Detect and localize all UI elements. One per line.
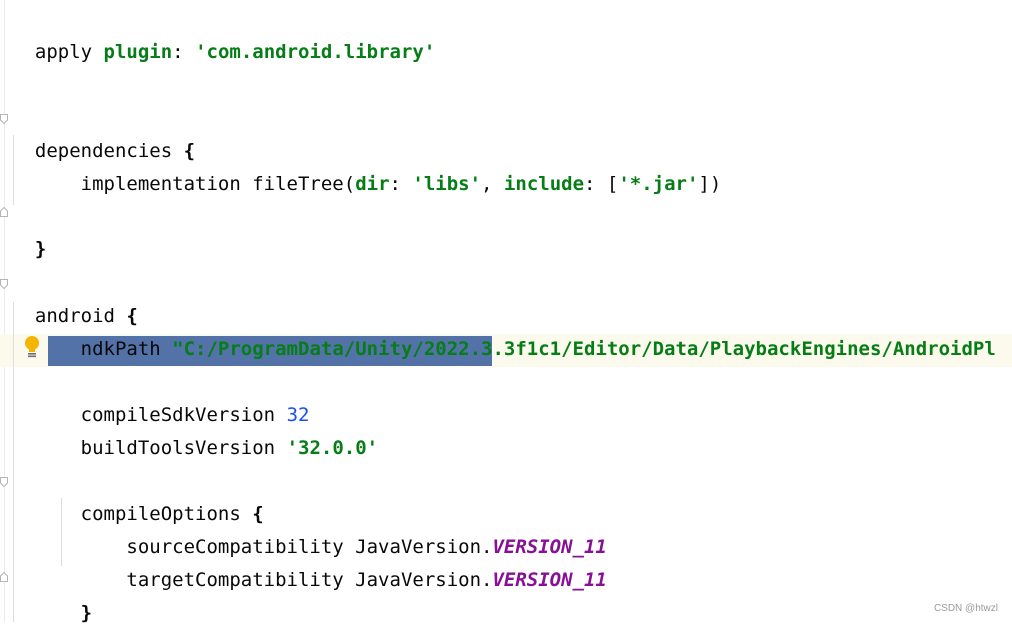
code-line[interactable]: buildToolsVersion '32.0.0' bbox=[12, 399, 378, 459]
code-token: targetCompatibility JavaVersion. bbox=[34, 569, 493, 591]
code-token: buildToolsVersion bbox=[34, 437, 287, 459]
code-token: : [ bbox=[584, 173, 619, 195]
code-token: include bbox=[503, 173, 585, 195]
fold-marker-icon[interactable] bbox=[0, 279, 8, 289]
code-token: 'com.android.library' bbox=[195, 41, 436, 63]
code-line[interactable]: ndkPath "C:/ProgramData/Unity/2022.3.3f1… bbox=[12, 300, 996, 360]
editor-gutter bbox=[4, 0, 5, 622]
code-line[interactable]: targetCompatibility JavaVersion.VERSION_… bbox=[12, 531, 606, 591]
code-line[interactable]: } bbox=[12, 200, 46, 260]
code-token: 'libs' bbox=[412, 173, 482, 195]
code-token: : bbox=[389, 173, 413, 195]
fold-marker-icon[interactable] bbox=[0, 572, 8, 582]
code-token: plugin bbox=[103, 41, 173, 63]
code-line[interactable]: implementation fileTree(dir: 'libs', inc… bbox=[12, 135, 722, 195]
code-token: : bbox=[172, 41, 196, 63]
code-token: ]) bbox=[698, 173, 722, 195]
code-token: '*.jar' bbox=[618, 173, 699, 195]
code-line[interactable]: dependencies { bbox=[12, 102, 195, 162]
fold-marker-icon[interactable] bbox=[0, 207, 8, 217]
code-line[interactable]: apply plugin: 'com.android.library' bbox=[12, 3, 435, 63]
code-token: implementation fileTree( bbox=[34, 173, 356, 195]
lightbulb-icon[interactable] bbox=[23, 335, 41, 359]
code-line[interactable]: android { bbox=[12, 267, 138, 327]
code-line[interactable]: sourceCompatibility JavaVersion.VERSION_… bbox=[12, 498, 606, 558]
code-token: } bbox=[80, 602, 93, 624]
code-token: , bbox=[481, 173, 504, 195]
code-token: } bbox=[34, 238, 47, 260]
code-line-selected[interactable]: namespace 'com.getcapacitor.android' bbox=[60, 333, 495, 393]
watermark: CSDN @htwzl bbox=[933, 603, 998, 614]
code-line[interactable]: } bbox=[12, 564, 92, 624]
code-line[interactable]: compileSdkVersion 32 bbox=[12, 366, 310, 426]
code-line[interactable]: compileOptions { bbox=[12, 465, 264, 525]
fold-marker-icon[interactable] bbox=[0, 477, 8, 487]
code-token: apply bbox=[34, 41, 104, 63]
code-token: VERSION_11 bbox=[492, 569, 607, 591]
code-token: '32.0.0' bbox=[286, 437, 379, 459]
code-token: dir bbox=[355, 173, 390, 195]
fold-marker-icon[interactable] bbox=[0, 114, 8, 124]
